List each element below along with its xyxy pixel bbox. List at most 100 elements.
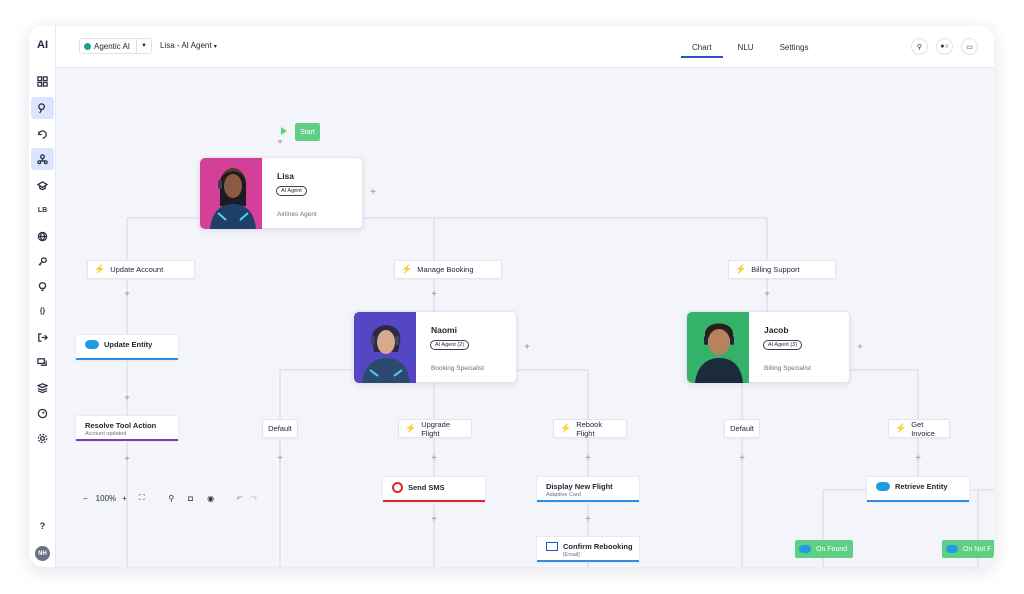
tool-retrieve-entity[interactable]: Retrieve Entity [866,476,970,503]
agent-card-lisa[interactable]: Lisa AI Agent Airlines Agent [199,157,363,229]
start-node[interactable]: Start [295,123,320,141]
add-step-icon[interactable]: + [429,515,439,525]
agent-selector[interactable]: Lisa - AI Agent ▾ [160,41,217,50]
tool-title: Confirm Rebooking [563,542,633,551]
tool-accent-bar [867,500,969,502]
add-step-icon[interactable]: + [122,455,132,465]
tool-accent-bar [383,500,485,502]
toolbar-icons: ⚲ ●○ ▭ [911,38,978,55]
chat-icon[interactable] [31,351,54,373]
tab-settings[interactable]: Settings [767,26,822,68]
add-step-icon[interactable]: + [583,515,593,525]
braces-icon[interactable]: {} [31,300,54,322]
add-step-icon[interactable]: + [275,454,285,464]
trigger-label: Manage Booking [417,265,474,274]
exit-icon[interactable] [31,326,54,348]
layers-icon[interactable] [31,376,54,398]
add-step-icon[interactable]: + [429,290,439,300]
tool-accent-bar [76,358,178,360]
trigger-label: Upgrade Flight [421,419,450,438]
user-avatar[interactable]: NH [35,546,50,561]
route-icon[interactable] [31,97,54,119]
tool-accent-bar [76,439,178,441]
email-icon [546,542,558,551]
toggle-icon[interactable]: ●○ [936,38,953,55]
chevron-down-icon[interactable]: ▼ [137,43,151,49]
add-step-icon[interactable]: + [762,290,772,300]
workspace-selector[interactable]: Agentic AI ▼ [79,38,152,54]
fit-screen-icon[interactable]: ⛶ [139,493,145,503]
gear-icon[interactable] [31,427,54,449]
trigger-default[interactable]: Default [262,419,298,438]
play-icon[interactable] [281,127,287,135]
agent-name: Naomi [431,325,457,335]
agent-badge: AI Agent [276,186,307,196]
agent-name: Jacob [764,325,789,335]
bolt-icon: ⚡ [895,423,907,433]
agent-avatar [200,158,262,229]
cycle-icon[interactable] [31,123,54,145]
tab-chart[interactable]: Chart [679,26,725,68]
tool-display-new-flight[interactable]: Display New Flight Adaptive Card [536,476,640,503]
add-step-icon[interactable]: + [913,454,923,464]
graduation-cap-icon[interactable] [31,174,54,196]
salesforce-icon [876,482,890,491]
trigger-label: Rebook Flight [576,419,603,438]
zoom-in-button[interactable]: + [122,494,127,503]
tab-nlu[interactable]: NLU [725,26,767,68]
outcome-on-found[interactable]: On Found [795,540,853,558]
tool-send-sms[interactable]: Send SMS [382,476,486,503]
outcome-label: On Found [816,545,848,553]
add-step-icon[interactable]: + [737,454,747,464]
trigger-default[interactable]: Default [724,419,760,438]
canvas-toolbar: − 100% + ⛶ ⚲ ◘ ◉ ↶ ↷ [83,493,266,503]
trigger-manage-booking[interactable]: ⚡ Manage Booking [394,260,502,279]
add-step-icon[interactable]: + [583,454,593,464]
outcome-on-not-found[interactable]: On Not F [942,540,994,558]
search-icon[interactable]: ⚲ [911,38,928,55]
tool-resolve-action[interactable]: Resolve Tool Action Account updated [75,415,179,442]
globe-icon[interactable] [31,225,54,247]
agent-avatar [687,312,749,383]
add-step-icon[interactable]: + [275,138,285,148]
tool-confirm-rebooking[interactable]: Confirm Rebooking [Email] [536,536,640,563]
org-chart-icon[interactable] [31,148,54,170]
agent-card-naomi[interactable]: Naomi AI Agent (2) Booking Specialist [353,311,517,383]
agent-name: Lisa [277,171,295,181]
tool-subtitle: [Email] [563,552,580,558]
add-step-icon[interactable]: + [368,188,378,198]
tool-update-entity[interactable]: Update Entity [75,334,179,361]
gauge-icon[interactable] [31,402,54,424]
trigger-upgrade-flight[interactable]: ⚡ Upgrade Flight [398,419,472,438]
add-step-icon[interactable]: + [855,343,865,353]
add-step-icon[interactable]: + [122,394,132,404]
comment-icon[interactable]: ▭ [961,38,978,55]
agent-card-jacob[interactable]: Jacob AI Agent (3) Billing Specialist [686,311,850,383]
trigger-get-invoice[interactable]: ⚡ Get Invoice [888,419,950,438]
bolt-icon: ⚡ [405,423,417,433]
zoom-out-button[interactable]: − [83,494,88,503]
add-step-icon[interactable]: + [429,454,439,464]
search-icon[interactable]: ⚲ [168,494,174,503]
voice-icon[interactable]: ◉ [207,494,214,503]
bolt-icon: ⚡ [735,264,747,274]
trigger-update-account[interactable]: ⚡ Update Account [87,260,195,279]
status-dot [84,42,91,50]
tool-accent-bar [537,560,639,562]
trigger-label: Update Account [110,265,164,274]
grid-icon[interactable] [31,70,54,92]
agent-badge: AI Agent (2) [430,340,470,350]
lightbulb-icon[interactable] [31,275,54,297]
app-logo[interactable]: AI [29,39,56,51]
redo-icon[interactable]: ↷ [251,494,258,503]
camera-icon[interactable]: ◘ [188,494,193,503]
key-icon[interactable] [31,250,54,272]
undo-icon[interactable]: ↶ [236,494,243,503]
add-step-icon[interactable]: + [522,343,532,353]
twilio-icon [392,482,403,493]
trigger-billing-support[interactable]: ⚡ Billing Support [728,260,836,279]
trigger-rebook-flight[interactable]: ⚡ Rebook Flight [553,419,627,438]
help-icon[interactable]: ? [31,515,54,537]
lb-icon[interactable]: LB [31,199,54,221]
add-step-icon[interactable]: + [122,290,132,300]
